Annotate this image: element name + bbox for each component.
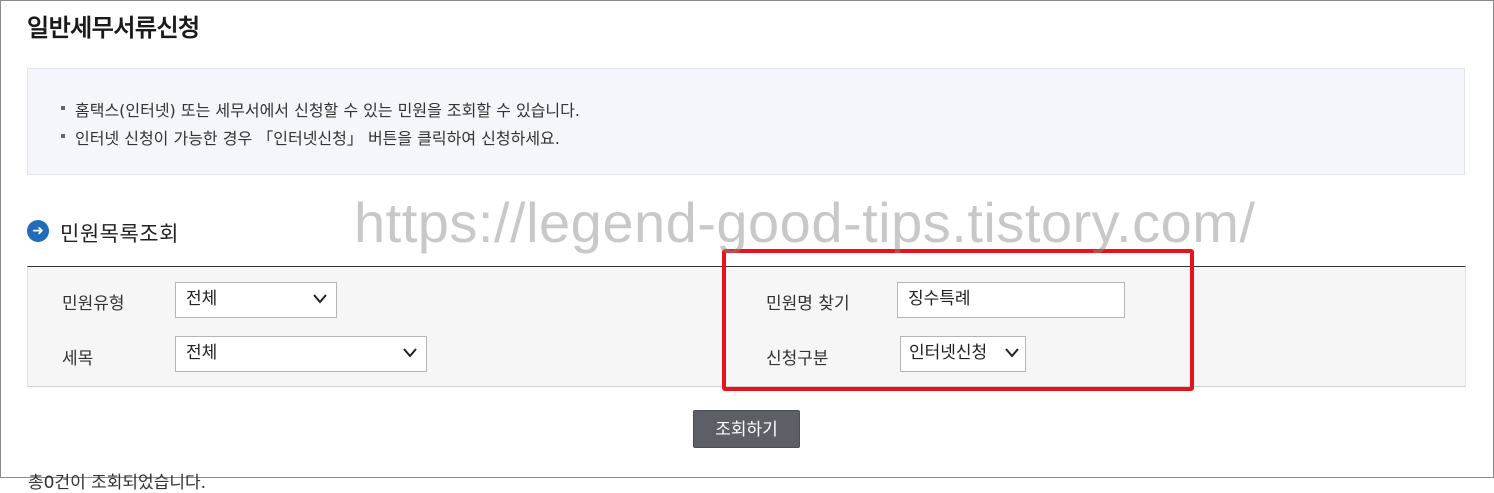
page-title: 일반세무서류신청 — [27, 14, 200, 42]
chevron-down-icon — [313, 283, 327, 304]
notice-line: 인터넷 신청이 가능한 경우 「인터넷신청」 버튼을 클릭하여 신청하세요. — [61, 125, 560, 149]
complaint-name-input[interactable]: 징수특례 — [897, 282, 1125, 318]
search-button[interactable]: 조회하기 — [693, 410, 800, 448]
apply-type-label: 신청구분 — [766, 349, 829, 369]
notice-box: 홈택스(인터넷) 또는 세무서에서 신청할 수 있는 민원을 조회할 수 있습니… — [27, 68, 1465, 175]
notice-line: 홈택스(인터넷) 또는 세무서에서 신청할 수 있는 민원을 조회할 수 있습니… — [61, 97, 580, 121]
section-title: 민원목록조회 — [60, 222, 179, 246]
search-form: 민원유형 전체 세목 전체 민원명 찾기 징수특례 신청구분 인터넷신청 — [27, 266, 1466, 387]
result-summary: 총0건이 조회되었습니다. — [28, 473, 207, 493]
tax-item-label: 세목 — [62, 349, 94, 369]
apply-type-select[interactable]: 인터넷신청 — [900, 336, 1026, 372]
complaint-type-select[interactable]: 전체 — [175, 282, 337, 318]
tax-item-select[interactable]: 전체 — [175, 336, 427, 372]
tax-item-value: 전체 — [186, 343, 218, 363]
chevron-down-icon — [403, 337, 417, 358]
apply-type-value: 인터넷신청 — [909, 343, 988, 363]
chevron-down-icon — [1005, 337, 1019, 358]
complaint-name-label: 민원명 찾기 — [766, 294, 850, 314]
arrow-right-circle-icon: ➜ — [27, 220, 49, 242]
complaint-type-label: 민원유형 — [62, 294, 125, 314]
complaint-type-value: 전체 — [186, 289, 218, 309]
